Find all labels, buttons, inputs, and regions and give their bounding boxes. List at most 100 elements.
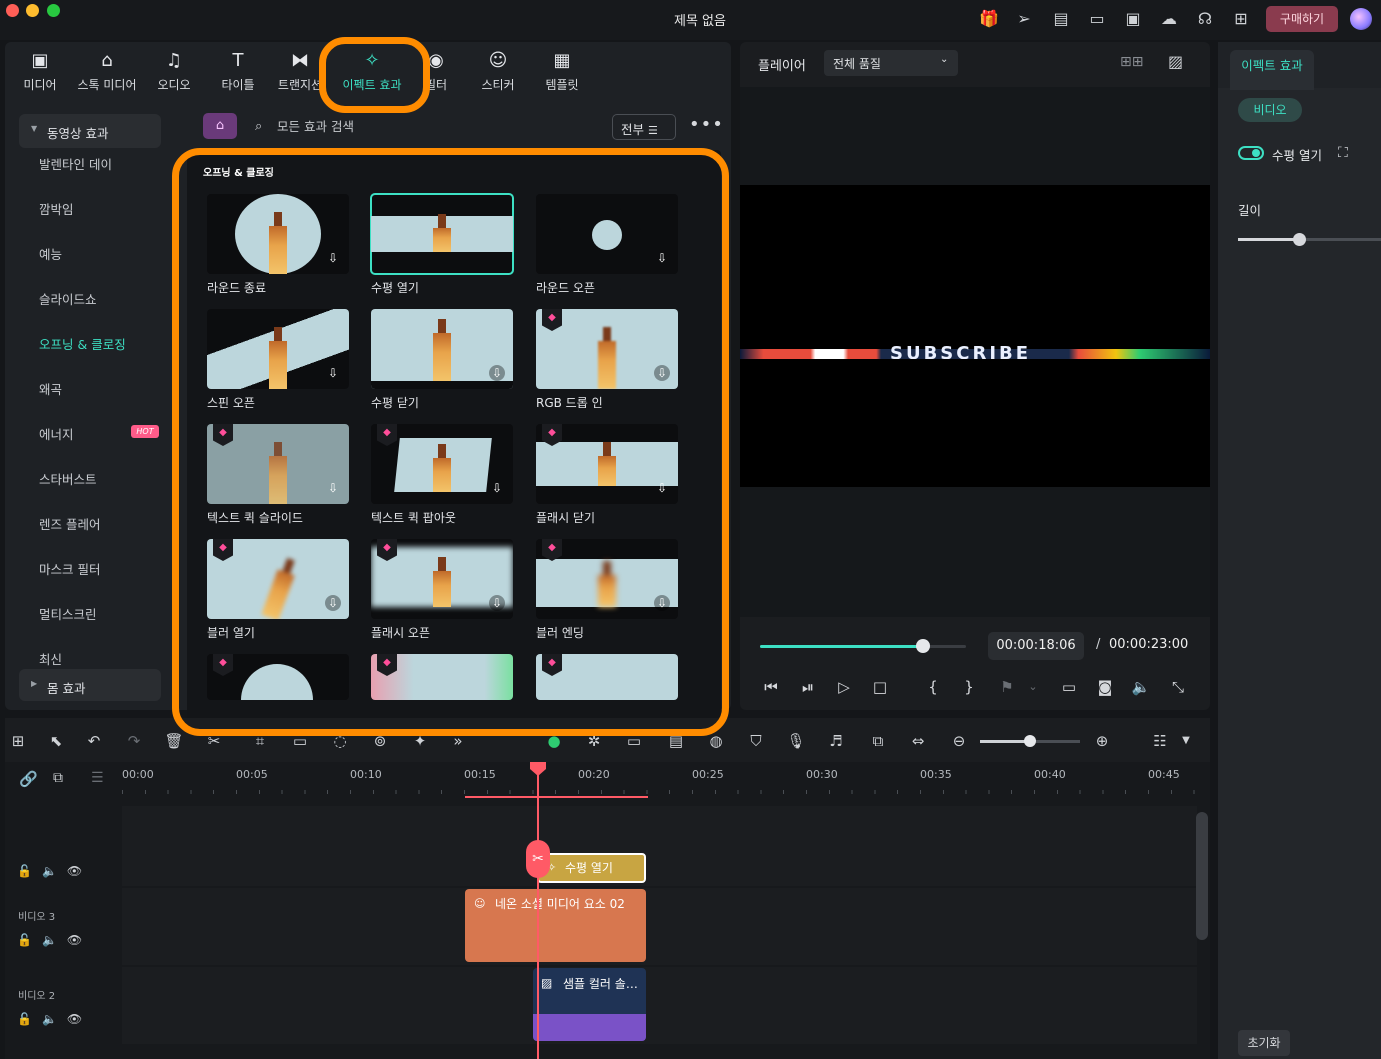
category-group-video-effects[interactable]: ▼ 동영상 효과 <box>19 114 161 148</box>
color-icon[interactable]: ◍ <box>705 730 727 752</box>
replace-icon[interactable]: ⧉ <box>867 730 889 752</box>
category-item[interactable]: 렌즈 플레어 <box>39 514 179 534</box>
layout-grid-icon[interactable]: ⊞ <box>7 730 29 752</box>
tab-media[interactable]: ▣ 미디어 <box>9 50 71 93</box>
effect-card[interactable]: ◆ <box>371 654 513 700</box>
tab-filter[interactable]: ◉ 필터 <box>405 50 467 93</box>
speaker-icon[interactable]: 🔈 <box>42 864 57 878</box>
category-item[interactable]: 발렌타인 데이 <box>39 154 179 174</box>
category-item[interactable]: 스타버스트 <box>39 469 179 489</box>
track-manager-icon[interactable]: ☰ <box>91 770 104 786</box>
effect-settings-icon[interactable]: ⛶ <box>1338 145 1348 161</box>
minimize-window-icon[interactable] <box>26 4 39 17</box>
effect-card-selected[interactable]: 수평 열기 <box>370 193 514 296</box>
track-lane[interactable] <box>122 806 1197 886</box>
select-tool-icon[interactable]: ⬉ <box>45 730 67 752</box>
category-item[interactable]: 예능 <box>39 244 179 264</box>
category-item[interactable]: 마스크 필터 <box>39 559 179 579</box>
undo-icon[interactable]: ↶ <box>83 730 105 752</box>
download-icon[interactable]: ⇩ <box>654 250 670 266</box>
speaker-icon[interactable]: 🔈 <box>42 933 57 947</box>
gift-icon[interactable]: 🎁 <box>978 8 1000 30</box>
download-icon[interactable]: ⇩ <box>489 365 505 381</box>
apps-grid-icon[interactable]: ⊞ <box>1230 8 1252 30</box>
task-icon[interactable]: ▤ <box>1050 8 1072 30</box>
ai-tool-icon[interactable]: ✦ <box>409 730 431 752</box>
step-forward-icon[interactable]: ⏯ <box>797 676 819 698</box>
filter-dropdown[interactable]: 전부 ☰ <box>612 114 676 140</box>
camera-icon[interactable]: ◙ <box>1094 676 1116 698</box>
marker-icon[interactable]: ⚑ <box>996 676 1018 698</box>
speaker-icon[interactable]: 🔈 <box>42 1012 57 1026</box>
mark-in-icon[interactable]: { <box>922 676 944 698</box>
zoom-in-icon[interactable]: ⊕ <box>1091 730 1113 752</box>
category-group-body-effects[interactable]: ▶ 몸 효과 <box>19 669 161 701</box>
category-item-selected[interactable]: 오프닝 & 클로징 <box>39 334 179 354</box>
download-icon[interactable]: ⇩ <box>489 480 505 496</box>
tab-title[interactable]: T 타이틀 <box>207 50 269 93</box>
close-window-icon[interactable] <box>6 4 19 17</box>
playhead[interactable] <box>537 764 539 1059</box>
tab-template[interactable]: ▦ 템플릿 <box>531 50 593 93</box>
grid-view-icon[interactable]: ⊞⊞ <box>1120 54 1143 70</box>
effect-card[interactable]: ◆ ⇩ 플래시 오픈 <box>371 539 513 641</box>
track-options-icon[interactable]: ☷ <box>1149 730 1171 752</box>
crop-icon[interactable]: ⌗ <box>249 730 271 752</box>
tab-effects[interactable]: ✧ 이펙트 효과 <box>335 50 409 93</box>
category-item[interactable]: 슬라이드쇼 <box>39 289 179 309</box>
effect-card[interactable]: ◆ ⇩ 블러 엔딩 <box>536 539 678 641</box>
preview-viewport[interactable]: SUBSCRIBE <box>740 87 1210 617</box>
download-icon[interactable]: ⇩ <box>325 595 341 611</box>
category-item[interactable]: 최신 <box>39 649 179 669</box>
headset-icon[interactable]: ☊ <box>1194 8 1216 30</box>
store-icon[interactable]: ⌂ <box>203 113 237 139</box>
delete-icon[interactable]: 🗑 <box>163 730 185 752</box>
play-icon[interactable]: ▷ <box>833 676 855 698</box>
avatar[interactable] <box>1350 8 1372 30</box>
marker-dropdown-icon[interactable]: ⌄ <box>1022 676 1044 698</box>
category-item[interactable]: 깜박임 <box>39 199 179 219</box>
tab-stock-media[interactable]: ⌂ 스톡 미디어 <box>75 50 139 93</box>
stop-icon[interactable]: □ <box>869 676 891 698</box>
more-tools-icon[interactable]: » <box>447 730 469 752</box>
mark-out-icon[interactable]: } <box>958 676 980 698</box>
cloud-upload-icon[interactable]: ☁ <box>1158 8 1180 30</box>
tab-effect-properties[interactable]: 이펙트 효과 <box>1230 50 1314 90</box>
shield-icon[interactable]: ⛉ <box>745 730 767 752</box>
save-icon[interactable]: ▣ <box>1122 8 1144 30</box>
playback-progress-handle[interactable] <box>915 639 930 653</box>
send-icon[interactable]: ➢ <box>1013 8 1035 30</box>
effect-card[interactable]: ◆ ⇩ 텍스트 퀵 팝아웃 <box>371 424 513 526</box>
tab-transition[interactable]: ⧓ 트랜지션 <box>269 50 331 93</box>
video-pill[interactable]: 비디오 <box>1238 98 1302 122</box>
effect-card[interactable]: ⇩ 스핀 오픈 <box>207 309 349 411</box>
tab-audio[interactable]: ♫ 오디오 <box>143 50 205 93</box>
download-icon[interactable]: ⇩ <box>325 250 341 266</box>
chevron-down-icon[interactable]: ▼ <box>1175 730 1197 752</box>
category-item[interactable]: 멀티스크린 <box>39 604 179 624</box>
timeline-zoom-handle[interactable] <box>1024 735 1036 747</box>
effect-card[interactable]: ◆ <box>207 654 349 700</box>
link-icon[interactable]: ⊚ <box>369 730 391 752</box>
effect-card[interactable]: ◆ ⇩ 텍스트 퀵 슬라이드 <box>207 424 349 526</box>
display-icon[interactable]: ▭ <box>1058 676 1080 698</box>
lock-icon[interactable]: 🔓 <box>17 933 32 947</box>
redo-icon[interactable]: ↷ <box>123 730 145 752</box>
timeline-ruler[interactable]: 🔗 ⧉ ☰ 00:00 00:05 00:10 00:15 00:20 00:2… <box>5 762 1210 798</box>
effects-sparkle-icon[interactable]: ✲ <box>583 730 605 752</box>
buy-button[interactable]: 구매하기 <box>1266 6 1338 32</box>
render-status-icon[interactable]: ● <box>543 730 565 752</box>
effect-card[interactable]: ◆ ⇩ RGB 드롭 인 <box>536 309 678 411</box>
clip-sample-color[interactable]: ▨ 샘플 컬러 솔… <box>533 968 646 1041</box>
clip-effect-horizontal-open[interactable]: ✧ 수평 열기 <box>537 853 646 883</box>
category-item[interactable]: 왜곡 <box>39 379 179 399</box>
reset-button[interactable]: 초기화 <box>1238 1030 1290 1056</box>
step-back-icon[interactable]: ⏮ <box>760 676 782 698</box>
download-icon[interactable]: ⇩ <box>325 480 341 496</box>
microphone-icon[interactable]: 🎙 <box>785 730 807 752</box>
group-icon[interactable]: ⧉ <box>53 770 63 786</box>
clip-social-media-element[interactable]: ☺ 네온 소셜 미디어 요소 02 <box>465 889 646 962</box>
more-options-icon[interactable]: ••• <box>689 114 724 135</box>
fit-width-icon[interactable]: ⇔ <box>907 730 929 752</box>
eye-icon[interactable]: 👁 <box>67 864 82 878</box>
